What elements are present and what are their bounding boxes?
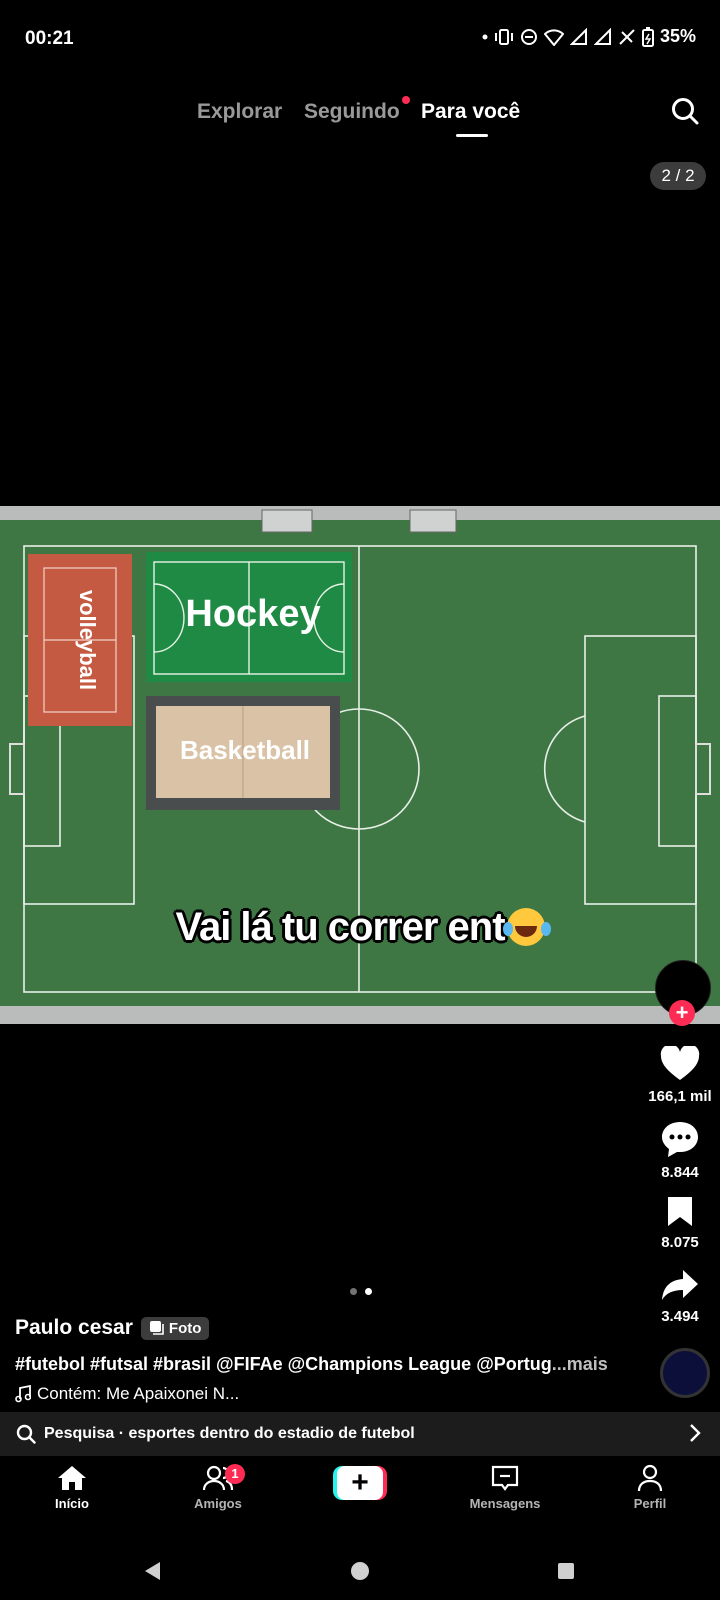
system-navigation	[0, 1546, 720, 1600]
photo-type-badge: Foto	[140, 1316, 210, 1340]
battery-percent: 35%	[659, 26, 696, 46]
tab-perfil[interactable]: Perfil	[595, 1464, 705, 1511]
sound-disc[interactable]	[660, 1348, 710, 1398]
tab-seguindo[interactable]: Seguindo	[304, 100, 400, 124]
notification-dot-icon	[482, 34, 488, 39]
search-icon[interactable]	[670, 96, 700, 126]
like-count: 166,1 mil	[648, 1088, 712, 1105]
status-time: 00:21	[25, 28, 74, 49]
tab-explorar[interactable]: Explorar	[197, 100, 282, 124]
comment-icon	[662, 1122, 698, 1157]
chevron-right-icon	[690, 1424, 701, 1442]
pager-dot-active	[365, 1288, 372, 1295]
tab-mensagens-label: Mensagens	[469, 1496, 541, 1511]
like-button[interactable]: 166,1 mil	[640, 1046, 720, 1105]
recents-icon[interactable]	[556, 1560, 576, 1582]
vibrate-icon	[494, 28, 513, 45]
photo-caption: Vai lá tu correr ent	[0, 905, 720, 950]
active-tab-indicator	[456, 134, 488, 137]
search-icon	[16, 1424, 36, 1444]
home-icon	[58, 1466, 86, 1490]
laughing-emoji-icon	[502, 908, 545, 946]
bottom-tab-bar: Início Amigos 1 + Mensagens Perfil	[0, 1456, 720, 1546]
post-description[interactable]: #futebol #futsal #brasil @FIFAe @Champio…	[15, 1354, 635, 1375]
follow-button[interactable]: +	[669, 1000, 695, 1026]
tab-amigos-label: Amigos	[194, 1496, 242, 1511]
sound-row[interactable]: Contém: Me Apaixonei N...	[15, 1384, 239, 1404]
photo-pager	[350, 1288, 372, 1295]
more-link[interactable]: ...mais	[552, 1354, 608, 1374]
tab-perfil-label: Perfil	[633, 1496, 667, 1511]
plus-icon: +	[333, 1466, 387, 1500]
no-signal-icon	[619, 28, 635, 45]
search-suggestion-text: Pesquisa · esportes dentro do estadio de…	[44, 1425, 415, 1442]
dnd-icon	[520, 28, 537, 45]
signal-icon	[569, 27, 587, 45]
share-icon	[662, 1270, 698, 1300]
tab-amigos[interactable]: Amigos 1	[163, 1464, 273, 1511]
volleyball-label: volleyball	[75, 590, 100, 690]
share-count: 3.494	[661, 1308, 699, 1325]
photo-icon	[149, 1321, 164, 1335]
create-button[interactable]: +	[305, 1462, 415, 1500]
photo-counter: 2 / 2	[650, 162, 706, 190]
home-circle-icon[interactable]	[350, 1560, 370, 1582]
comment-count: 8.844	[661, 1164, 699, 1181]
inbox-icon	[491, 1465, 519, 1491]
photo-type-label: Foto	[168, 1319, 202, 1337]
top-nav: Explorar Seguindo Para você	[0, 92, 720, 142]
author-row: Paulo cesar Foto	[15, 1316, 210, 1340]
bookmark-icon	[668, 1197, 692, 1226]
wifi-icon	[543, 28, 564, 46]
save-button[interactable]: 8.075	[640, 1194, 720, 1251]
battery-icon	[641, 26, 654, 47]
tab-para-voce[interactable]: Para você	[421, 100, 520, 124]
photo-caption-text: Vai lá tu correr ent	[175, 905, 505, 949]
hockey-label: Hockey	[185, 593, 320, 635]
friends-notification-badge: 1	[225, 1464, 245, 1484]
comment-button[interactable]: 8.844	[640, 1120, 720, 1181]
search-suggestion-bar[interactable]: Pesquisa · esportes dentro do estadio de…	[0, 1412, 720, 1456]
share-button[interactable]: 3.494	[640, 1268, 720, 1325]
signal-icon-2	[593, 27, 611, 45]
pager-dot	[350, 1288, 357, 1295]
new-content-dot	[402, 96, 410, 104]
tab-inicio-label: Início	[55, 1496, 89, 1511]
music-note-icon	[15, 1385, 31, 1403]
profile-icon	[637, 1464, 663, 1492]
description-text: #futebol #futsal #brasil @FIFAe @Champio…	[15, 1354, 552, 1374]
back-icon[interactable]	[142, 1560, 162, 1582]
author-name[interactable]: Paulo cesar	[15, 1316, 133, 1340]
save-count: 8.075	[661, 1234, 699, 1251]
status-bar: 00:21 35%	[0, 0, 720, 78]
tab-inicio[interactable]: Início	[17, 1464, 127, 1511]
sound-name: Contém: Me Apaixonei N...	[37, 1384, 240, 1403]
status-icons: 35%	[482, 26, 696, 47]
basketball-label: Basketball	[180, 735, 310, 765]
tab-mensagens[interactable]: Mensagens	[450, 1464, 560, 1511]
heart-icon	[660, 1046, 700, 1080]
